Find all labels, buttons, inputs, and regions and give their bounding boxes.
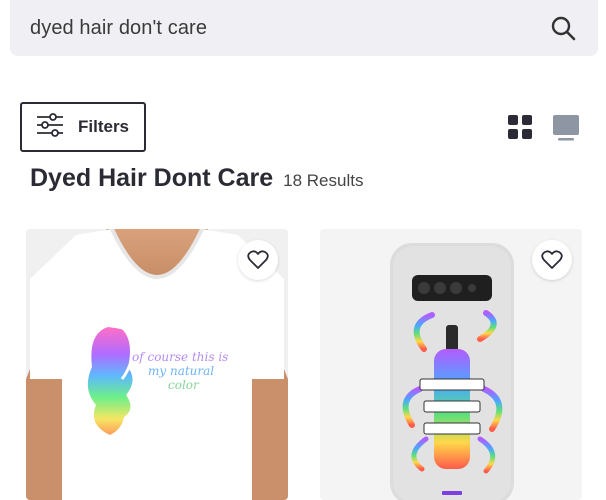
heart-icon xyxy=(541,250,563,269)
product-card[interactable] xyxy=(320,229,582,500)
results-heading: Dyed Hair Dont Care 18 Results xyxy=(30,164,363,193)
svg-text:of course this is: of course this is xyxy=(132,350,228,364)
page-title: Dyed Hair Dont Care xyxy=(30,164,274,192)
grid-view-icon[interactable] xyxy=(506,113,534,141)
filters-button[interactable]: Filters xyxy=(20,102,146,152)
search-icon[interactable] xyxy=(548,13,578,43)
search-bar[interactable]: dyed hair don't care xyxy=(10,0,598,56)
list-view-icon[interactable] xyxy=(552,113,580,141)
sliders-icon xyxy=(36,112,64,142)
product-card[interactable]: of course this is my natural color xyxy=(26,229,288,500)
favorite-button[interactable] xyxy=(238,240,278,280)
heart-icon xyxy=(247,250,269,269)
search-input[interactable]: dyed hair don't care xyxy=(30,17,207,40)
favorite-button[interactable] xyxy=(532,240,572,280)
svg-text:color: color xyxy=(168,378,200,392)
filters-label: Filters xyxy=(78,117,130,136)
result-count: 18 Results xyxy=(283,171,364,190)
svg-text:my natural: my natural xyxy=(148,364,214,378)
